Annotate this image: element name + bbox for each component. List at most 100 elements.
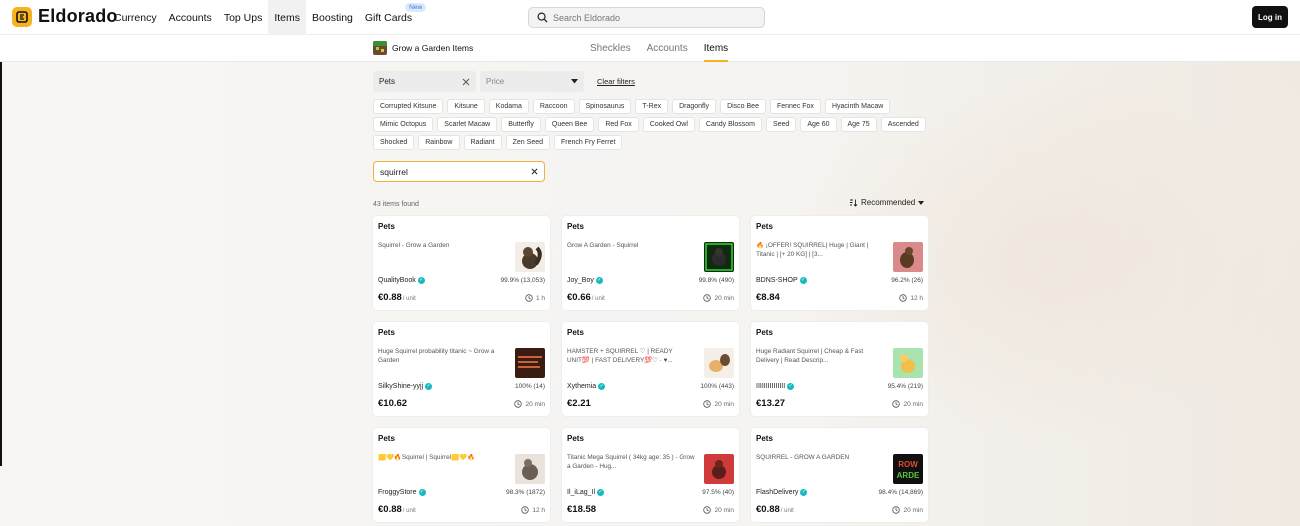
filter-chip[interactable]: Raccoon [532,99,575,114]
filter-chip[interactable]: Mimic Octopus [373,117,434,132]
nav-currency[interactable]: Currency [108,0,163,35]
filter-chip[interactable]: Queen Bee [544,117,595,132]
filter-chip[interactable]: French Fry Ferret [554,135,623,150]
clock-icon [514,400,523,408]
nav-gift-cards-label: Gift Cards [364,11,413,24]
item-search-field[interactable] [373,161,545,182]
filter-chip[interactable]: Age 75 [840,117,877,132]
offer-card[interactable]: Pets Huge Squirrel probability titanic ~ … [373,322,550,416]
delivery-time: 20 min [703,506,734,514]
offer-card[interactable]: Pets Titanic Mega Squirrel ( 34kg age: 35… [562,428,739,522]
price-filter[interactable]: Price [480,71,584,92]
offer-category: Pets [567,328,584,337]
offer-card[interactable]: Pets HAMSTER + SQUIRREL ♡ | READY UNIT💯 |… [562,322,739,416]
nav-top-ups[interactable]: Top Ups [218,0,269,35]
filter-chip[interactable]: Butterfly [501,117,541,132]
delivery-time-value: 12 h [532,506,545,514]
delivery-time: 12 h [899,294,923,302]
close-icon[interactable] [462,78,470,86]
clear-filters-link[interactable]: Clear filters [597,77,635,86]
seller-rating: 98.4% (14,869) [878,489,923,496]
offer-title: HAMSTER + SQUIRREL ♡ | READY UNIT💯 | FAS… [567,348,673,364]
seller-rating: 95.4% (219) [887,383,923,390]
filter-chip[interactable]: Dragonfly [672,99,717,114]
offer-card[interactable]: Pets 🔥 ¡OFFER! SQUIRREL| Huge | Giant | T… [751,216,928,310]
offer-category: Pets [378,434,395,443]
seller-name: Xythemia [567,383,597,390]
filter-chip[interactable]: Seed [765,117,797,132]
nav-items-label: Items [274,11,301,24]
seller-rating: 99.9% (13,053) [500,277,545,284]
clock-icon [525,294,533,302]
filter-chip[interactable]: Cooked Owl [642,117,695,132]
sort-dropdown[interactable]: Recommended [849,198,925,207]
filter-chip[interactable]: Shocked [373,135,415,150]
search-input[interactable] [553,12,753,23]
caret-down-icon [918,200,925,205]
filter-chip[interactable]: Ascended [880,117,926,132]
category-filter-value: Pets [379,77,396,86]
filter-chip[interactable]: Scarlet Macaw [437,117,498,132]
seller[interactable]: FlashDelivery ✓ [756,489,808,496]
seller[interactable]: BDNS-SHOP ✓ [756,277,807,284]
offer-card[interactable]: Pets 🟨💛🔥Squirrel | Squirrel🟨💛🔥 FroggyStore… [373,428,550,522]
offer-card[interactable]: Pets Huge Radiant Squirrel | Cheap & Fast… [751,322,928,416]
offer-title: Squirrel - Grow a Garden [378,242,450,249]
category-filter[interactable]: Pets [373,71,476,92]
seller[interactable]: Il_iLag_Il ✓ [567,489,605,496]
tab-items[interactable]: Items [703,35,729,62]
filter-chip[interactable]: Kitsune [447,99,485,114]
filter-chip[interactable]: Candy Blossom [698,117,762,132]
filter-chip[interactable]: Age 60 [800,117,837,132]
filter-chip[interactable]: Red Fox [598,117,639,132]
verified-icon: ✓ [799,277,807,284]
filter-chip[interactable]: Zen Seed [505,135,550,150]
offer-card[interactable]: Pets Squirrel - Grow a Garden QualityBook ✓… [373,216,550,310]
seller-name: IIIIIIIIIIIIIII [756,383,786,390]
seller[interactable]: SilkyShine-yyjj ✓ [378,383,433,390]
filter-chip[interactable]: Disco Bee [720,99,766,114]
game-selector[interactable]: Grow a Garden Items [373,41,473,55]
delivery-time: 12 h [521,506,545,514]
filter-chip[interactable]: Corrupted Kitsune [373,99,444,114]
clear-search-icon[interactable] [531,168,538,175]
sort-label: Recommended [861,198,916,207]
seller[interactable]: Joy_Boy ✓ [567,277,603,284]
seller[interactable]: QualityBook ✓ [378,277,425,284]
nav-top-ups-label: Top Ups [223,11,263,24]
offer-price: €8.84 [756,292,781,303]
nav-gift-cards[interactable]: Gift Cards New [359,0,427,35]
filter-chip[interactable]: Kodama [488,99,529,114]
filter-chip[interactable]: Rainbow [418,135,460,150]
filter-chip[interactable]: Radiant [463,135,502,150]
offer-card[interactable]: Pets Grow A Garden - Squirrel Joy_Boy ✓ 99.8… [562,216,739,310]
search-bar[interactable] [528,7,765,28]
filter-chip[interactable]: Hyacinth Macaw [824,99,891,114]
delivery-time: 20 min [703,294,734,302]
filter-chip[interactable]: T-Rex [635,99,669,114]
seller[interactable]: IIIIIIIIIIIIIII ✓ [756,383,795,390]
offer-card[interactable]: Pets SQUIRREL - GROW A GARDEN ROW ARDE Flash… [751,428,928,522]
delivery-time-value: 20 min [525,400,545,408]
seller-rating: 99.8% (490) [698,277,734,284]
nav-items[interactable]: Items [268,0,307,35]
filter-chip[interactable]: Spinosaurus [578,99,632,114]
price-unit: / unit [402,508,416,514]
item-search-input[interactable] [380,166,520,177]
seller[interactable]: Xythemia ✓ [567,383,606,390]
top-navigation: Eldorado Currency Accounts Top Ups Items… [0,0,1300,35]
search-icon [537,12,548,23]
tab-accounts[interactable]: Accounts [647,35,688,62]
price-value: €2.21 [567,398,591,409]
filter-chip[interactable]: Fennec Fox [769,99,821,114]
price-value: €0.88 [378,292,402,303]
nav-accounts[interactable]: Accounts [163,0,218,35]
nav-boosting[interactable]: Boosting [306,0,359,35]
logo[interactable]: Eldorado [12,6,118,27]
seller-name: BDNS-SHOP [756,277,798,284]
login-button[interactable]: Log in [1252,6,1288,28]
offer-category: Pets [567,222,584,231]
tab-sheckles[interactable]: Sheckles [590,35,631,62]
seller[interactable]: FroggyStore ✓ [378,489,426,496]
offer-thumbnail [893,348,923,378]
